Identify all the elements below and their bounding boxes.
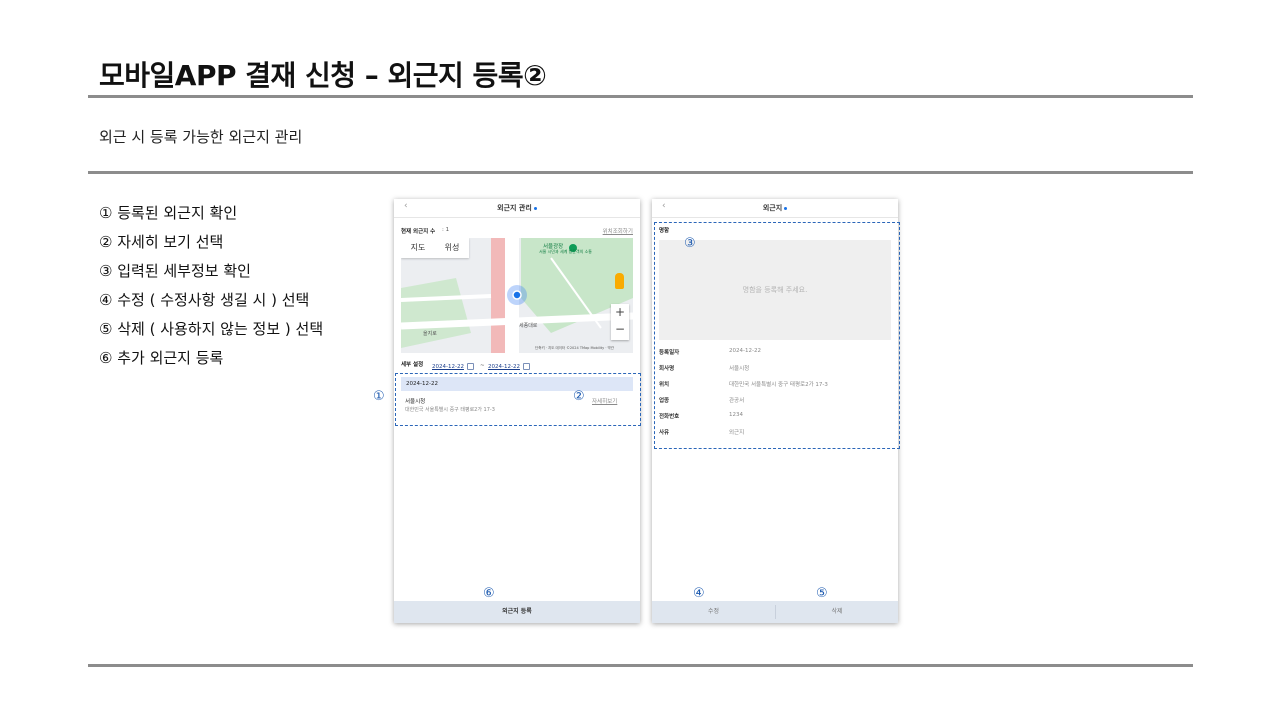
annotation-marker-3: ③ <box>684 236 696 251</box>
step-item: ⑤ 삭제 ( 사용하지 않는 정보 ) 선택 <box>99 320 324 338</box>
bottom-action-bar: 외근지 등록 <box>394 601 640 623</box>
slide-subtitle: 외근 시 등록 가능한 외근지 관리 <box>99 128 303 146</box>
bottom-action-bar: 수정 삭제 <box>652 601 898 623</box>
zoom-out-button[interactable]: − <box>611 321 629 338</box>
footer-divider <box>88 664 1193 667</box>
step-list: ① 등록된 외근지 확인 ② 자세히 보기 선택 ③ 입력된 세부정보 확인 ④… <box>99 199 323 373</box>
map-attribution: 단축키 · 지도 데이터 ©2024 TMap Mobility · 약관 <box>535 346 615 350</box>
street-label: 세종대로 <box>519 323 538 329</box>
step-item: ④ 수정 ( 수정사항 생길 시 ) 선택 <box>99 291 310 309</box>
screen-title-text: 외근지 관리 <box>497 204 532 212</box>
zoom-control: + − <box>611 304 629 340</box>
street-label-2: 을지로 <box>423 331 437 337</box>
status-dot-icon <box>533 206 537 210</box>
calendar-icon <box>522 363 530 370</box>
register-outing-button[interactable]: 외근지 등록 <box>394 601 640 623</box>
screen-title: 외근지 관리 <box>394 203 640 213</box>
subtitle-divider <box>88 171 1193 174</box>
annotation-marker-1: ① <box>373 389 385 404</box>
delete-button[interactable]: 삭제 <box>776 601 898 623</box>
date-to-field[interactable]: 2024-12-22 <box>488 363 530 370</box>
zoom-in-button[interactable]: + <box>611 304 629 321</box>
count-label: 현재 외근지 수 <box>401 229 436 235</box>
annotation-box-item <box>395 373 641 426</box>
map-view[interactable]: 지도 위성 서울광장 서울 시민과 세계 방문객의 소통 세종대로 을지로 + … <box>401 238 633 353</box>
step-item: ③ 입력된 세부정보 확인 <box>99 262 251 280</box>
app-header: ‹ 외근지 <box>652 199 898 218</box>
tab-satellite[interactable]: 위성 <box>435 238 469 258</box>
calendar-icon <box>466 363 474 370</box>
slide-title: 모바일APP 결재 신청 – 외근지 등록② <box>99 59 547 92</box>
poi-sub-label: 서울 시민과 세계 방문객의 소통 <box>539 249 592 254</box>
screen-title-text: 외근지 <box>762 204 783 212</box>
step-item: ② 자세히 보기 선택 <box>99 233 224 251</box>
history-link[interactable]: 위치조회하기 <box>603 227 633 235</box>
step-item: ① 등록된 외근지 확인 <box>99 204 238 222</box>
title-divider <box>88 95 1193 98</box>
date-from-field[interactable]: 2024-12-22 <box>432 363 474 370</box>
app-header: ‹ 외근지 관리 <box>394 199 640 218</box>
status-dot-icon <box>784 206 788 210</box>
annotation-marker-2: ② <box>573 389 585 404</box>
annotation-marker-5: ⑤ <box>816 586 828 601</box>
step-item: ⑥ 추가 외근지 등록 <box>99 349 224 367</box>
annotation-box-detail <box>654 222 900 449</box>
filter-label: 세부 설정 <box>401 362 424 368</box>
date-range-separator: ~ <box>480 363 485 369</box>
annotation-marker-4: ④ <box>693 586 705 601</box>
street-view-pegman-icon[interactable] <box>615 273 624 289</box>
edit-button[interactable]: 수정 <box>652 601 775 623</box>
annotation-marker-6: ⑥ <box>483 586 495 601</box>
map-type-tabs: 지도 위성 <box>401 238 469 258</box>
tab-map[interactable]: 지도 <box>401 238 435 258</box>
screen-title: 외근지 <box>652 203 898 213</box>
date-from-value: 2024-12-22 <box>432 364 464 370</box>
date-to-value: 2024-12-22 <box>488 364 520 370</box>
count-value: : 1 <box>442 227 450 233</box>
